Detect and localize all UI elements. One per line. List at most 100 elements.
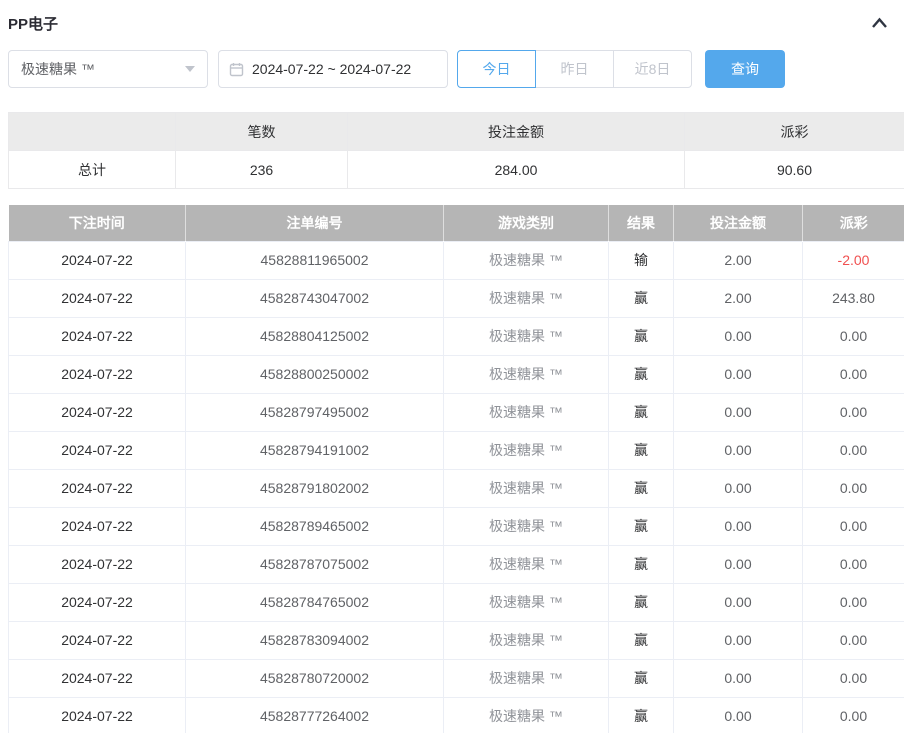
bet-table-header-bet_time: 下注时间	[9, 205, 186, 241]
summary-header-count: 笔数	[176, 113, 348, 151]
table-cell-bet_id: 45828789465002	[186, 507, 444, 545]
table-cell-result: 赢	[609, 545, 674, 583]
table-cell-bet_amount: 0.00	[674, 393, 803, 431]
summary-total-label: 总计	[9, 151, 176, 189]
summary-header-row: 笔数 投注金额 派彩	[9, 113, 904, 151]
table-cell-bet_amount: 0.00	[674, 583, 803, 621]
table-row: 2024-07-2245828783094002极速糖果 ™赢0.000.00	[9, 621, 904, 659]
table-cell-game_type: 极速糖果 ™	[444, 583, 609, 621]
summary-total-payout: 90.60	[685, 151, 904, 189]
table-cell-bet_id: 45828800250002	[186, 355, 444, 393]
table-cell-payout: 0.00	[803, 545, 904, 583]
table-cell-payout: 243.80	[803, 279, 904, 317]
bet-table-header-result: 结果	[609, 205, 674, 241]
table-cell-bet_id: 45828794191002	[186, 431, 444, 469]
table-cell-bet_time: 2024-07-22	[9, 355, 186, 393]
table-cell-bet_id: 45828783094002	[186, 621, 444, 659]
table-cell-payout: 0.00	[803, 507, 904, 545]
table-row: 2024-07-2245828811965002极速糖果 ™输2.00-2.00	[9, 241, 904, 279]
summary-header-payout: 派彩	[685, 113, 904, 151]
table-cell-payout: 0.00	[803, 583, 904, 621]
summary-total-row: 总计 236 284.00 90.60	[9, 151, 904, 189]
table-cell-bet_amount: 0.00	[674, 469, 803, 507]
table-cell-game_type: 极速糖果 ™	[444, 241, 609, 279]
table-row: 2024-07-2245828787075002极速糖果 ™赢0.000.00	[9, 545, 904, 583]
table-cell-bet_id: 45828811965002	[186, 241, 444, 279]
summary-total-bet-amount: 284.00	[348, 151, 685, 189]
bet-table-header-row: 下注时间注单编号游戏类别结果投注金额派彩	[9, 205, 904, 241]
table-cell-game_type: 极速糖果 ™	[444, 469, 609, 507]
table-cell-game_type: 极速糖果 ™	[444, 659, 609, 697]
table-row: 2024-07-2245828777264002极速糖果 ™赢0.000.00	[9, 697, 904, 733]
table-cell-payout: 0.00	[803, 621, 904, 659]
bet-records-table: 下注时间注单编号游戏类别结果投注金额派彩 2024-07-22458288119…	[8, 205, 904, 733]
table-cell-bet_time: 2024-07-22	[9, 697, 186, 733]
page-title: PP电子	[8, 13, 58, 34]
table-cell-bet_amount: 0.00	[674, 697, 803, 733]
date-range-value: 2024-07-22 ~ 2024-07-22	[252, 61, 411, 77]
table-cell-result: 赢	[609, 279, 674, 317]
table-cell-result: 赢	[609, 697, 674, 733]
table-row: 2024-07-2245828743047002极速糖果 ™赢2.00243.8…	[9, 279, 904, 317]
table-cell-game_type: 极速糖果 ™	[444, 393, 609, 431]
bet-table-header-payout: 派彩	[803, 205, 904, 241]
table-cell-bet_amount: 0.00	[674, 545, 803, 583]
bet-table-body: 2024-07-2245828811965002极速糖果 ™输2.00-2.00…	[9, 241, 904, 733]
bet-table-header-game_type: 游戏类别	[444, 205, 609, 241]
table-cell-bet_time: 2024-07-22	[9, 241, 186, 279]
collapse-button[interactable]	[871, 16, 888, 30]
table-cell-result: 赢	[609, 507, 674, 545]
summary-total-count: 236	[176, 151, 348, 189]
summary-header-empty	[9, 113, 176, 151]
table-cell-bet_time: 2024-07-22	[9, 393, 186, 431]
table-cell-game_type: 极速糖果 ™	[444, 355, 609, 393]
table-cell-result: 赢	[609, 621, 674, 659]
table-cell-result: 赢	[609, 659, 674, 697]
quick-date-button-group: 今日昨日近8日	[457, 50, 692, 88]
table-row: 2024-07-2245828797495002极速糖果 ™赢0.000.00	[9, 393, 904, 431]
summary-table: 笔数 投注金额 派彩 总计 236 284.00 90.60	[8, 112, 904, 189]
table-cell-bet_time: 2024-07-22	[9, 279, 186, 317]
table-cell-bet_time: 2024-07-22	[9, 317, 186, 355]
table-cell-bet_amount: 0.00	[674, 317, 803, 355]
table-cell-result: 输	[609, 241, 674, 279]
table-cell-result: 赢	[609, 317, 674, 355]
table-cell-bet_id: 45828787075002	[186, 545, 444, 583]
table-cell-game_type: 极速糖果 ™	[444, 431, 609, 469]
table-cell-payout: 0.00	[803, 659, 904, 697]
table-row: 2024-07-2245828784765002极速糖果 ™赢0.000.00	[9, 583, 904, 621]
table-cell-bet_id: 45828791802002	[186, 469, 444, 507]
quick-date-button-0[interactable]: 今日	[457, 50, 536, 88]
query-button[interactable]: 查询	[705, 50, 785, 88]
table-cell-payout: 0.00	[803, 317, 904, 355]
table-row: 2024-07-2245828780720002极速糖果 ™赢0.000.00	[9, 659, 904, 697]
bet-table-header-bet_id: 注单编号	[186, 205, 444, 241]
table-cell-bet_id: 45828743047002	[186, 279, 444, 317]
table-cell-bet_amount: 0.00	[674, 621, 803, 659]
chevron-down-icon	[185, 66, 195, 72]
table-row: 2024-07-2245828800250002极速糖果 ™赢0.000.00	[9, 355, 904, 393]
quick-date-button-2[interactable]: 近8日	[613, 50, 692, 88]
pp-electronic-panel: PP电子 极速糖果 ™ 2024-07-22 ~ 2024-07-22 今日昨	[0, 0, 904, 733]
table-cell-bet_amount: 2.00	[674, 241, 803, 279]
table-cell-bet_time: 2024-07-22	[9, 621, 186, 659]
game-select-value: 极速糖果 ™	[21, 59, 95, 79]
table-cell-game_type: 极速糖果 ™	[444, 697, 609, 733]
table-cell-bet_time: 2024-07-22	[9, 583, 186, 621]
table-cell-payout: 0.00	[803, 469, 904, 507]
chevron-up-icon	[871, 16, 888, 30]
quick-date-button-1[interactable]: 昨日	[535, 50, 614, 88]
table-row: 2024-07-2245828791802002极速糖果 ™赢0.000.00	[9, 469, 904, 507]
date-range-input[interactable]: 2024-07-22 ~ 2024-07-22	[218, 50, 448, 88]
table-cell-bet_amount: 0.00	[674, 659, 803, 697]
game-select[interactable]: 极速糖果 ™	[8, 50, 208, 88]
table-cell-game_type: 极速糖果 ™	[444, 317, 609, 355]
table-cell-payout: 0.00	[803, 393, 904, 431]
table-cell-result: 赢	[609, 355, 674, 393]
table-cell-bet_time: 2024-07-22	[9, 469, 186, 507]
table-cell-bet_amount: 2.00	[674, 279, 803, 317]
table-cell-bet_time: 2024-07-22	[9, 545, 186, 583]
table-cell-bet_amount: 0.00	[674, 507, 803, 545]
table-row: 2024-07-2245828794191002极速糖果 ™赢0.000.00	[9, 431, 904, 469]
table-cell-bet_amount: 0.00	[674, 431, 803, 469]
